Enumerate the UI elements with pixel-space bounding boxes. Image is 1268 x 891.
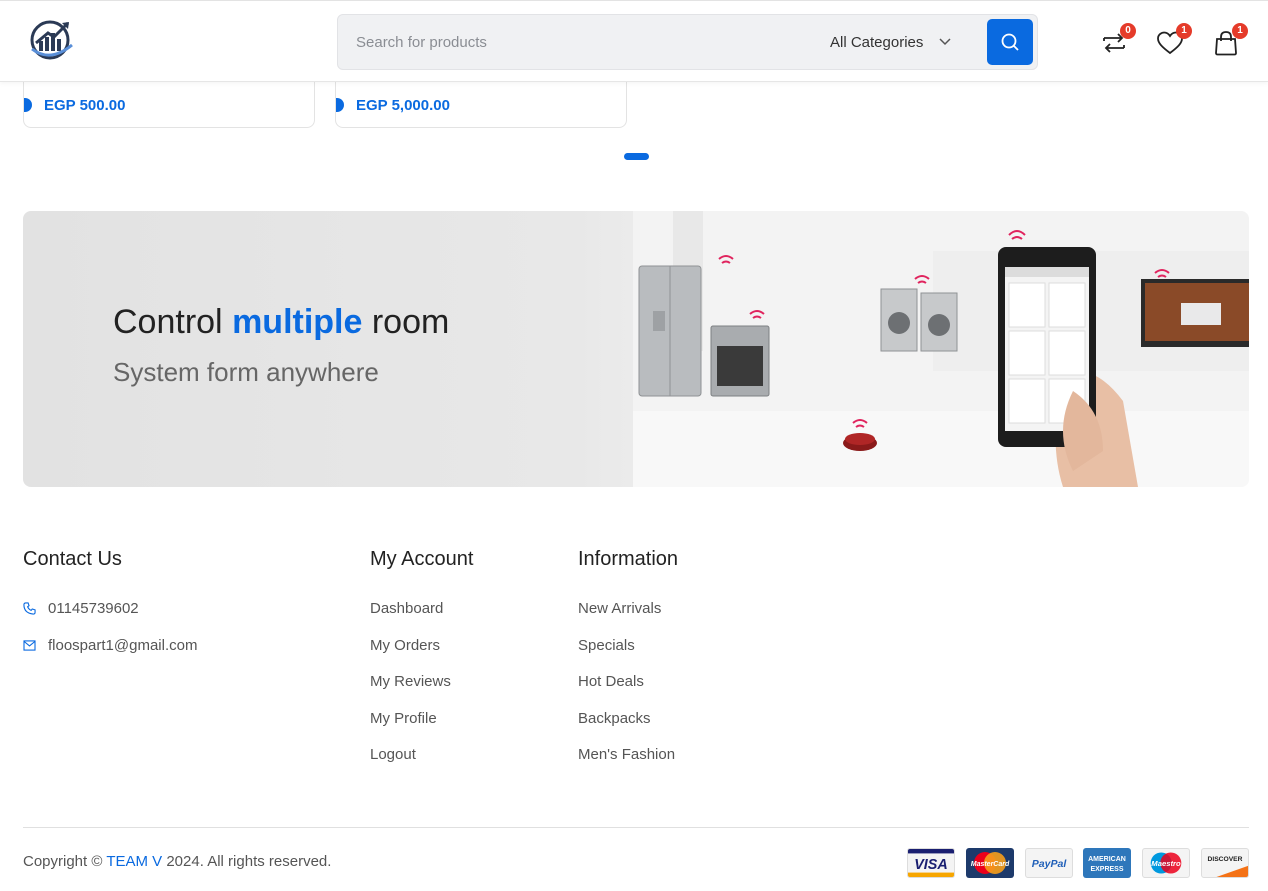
banner-title-highlight: multiple: [232, 303, 363, 341]
mastercard-logo: MasterCard: [966, 848, 1014, 878]
svg-text:DISCOVER: DISCOVER: [1208, 856, 1243, 863]
american-express-logo: AMERICAN EXPRESS: [1083, 848, 1131, 878]
banner-title-start: Control: [113, 303, 233, 341]
contact-phone[interactable]: 01145739602: [23, 600, 139, 617]
footer-divider: [23, 827, 1249, 828]
compare-count-badge: 0: [1120, 23, 1136, 39]
wishlist-button[interactable]: 1: [1156, 23, 1192, 57]
site-header: All Categories 0 1 1: [0, 0, 1268, 82]
compare-button[interactable]: 0: [1100, 23, 1136, 57]
svg-text:Maestro: Maestro: [1151, 859, 1181, 868]
search-icon: [1001, 33, 1019, 51]
footer-link-specials[interactable]: Specials: [578, 637, 635, 654]
footer-link-my-reviews[interactable]: My Reviews: [370, 673, 451, 690]
product-price: EGP 5,000.00: [356, 97, 450, 114]
search-input[interactable]: [356, 15, 796, 69]
discover-logo: DISCOVER: [1201, 848, 1249, 878]
svg-text:VISA: VISA: [914, 857, 948, 873]
search-button[interactable]: [987, 19, 1033, 65]
carousel-pagination-dot[interactable]: [624, 153, 649, 160]
product-price: EGP 500.00: [44, 97, 126, 114]
svg-text:EXPRESS: EXPRESS: [1090, 866, 1123, 873]
footer-link-backpacks[interactable]: Backpacks: [578, 710, 651, 727]
footer-contact-title: Contact Us: [23, 548, 122, 570]
footer-link-hot-deals[interactable]: Hot Deals: [578, 673, 644, 690]
logo-icon: [30, 20, 73, 60]
phone-icon: [23, 602, 36, 615]
category-select[interactable]: All Categories: [830, 15, 970, 69]
cart-count-badge: 1: [1232, 23, 1248, 39]
footer-link-my-orders[interactable]: My Orders: [370, 637, 440, 654]
banner-title: Control multiple room: [113, 303, 449, 342]
contact-email-text: floospart1@gmail.com: [48, 637, 198, 654]
card-indicator: [336, 98, 344, 112]
footer-link-logout[interactable]: Logout: [370, 746, 416, 763]
footer-information-title: Information: [578, 548, 679, 570]
banner-subtitle: System form anywhere: [113, 357, 379, 387]
chevron-down-icon: [939, 38, 951, 46]
footer-link-new-arrivals[interactable]: New Arrivals: [578, 600, 661, 617]
category-select-label: All Categories: [830, 33, 924, 51]
mail-icon: [23, 640, 36, 651]
cart-button[interactable]: 1: [1212, 23, 1248, 57]
banner-title-end: room: [362, 303, 450, 341]
maestro-logo: Maestro: [1142, 848, 1190, 878]
copyright-suffix: 2024. All rights reserved.: [162, 853, 332, 870]
copyright-team-link[interactable]: TEAM V: [106, 853, 162, 870]
footer-link-dashboard[interactable]: Dashboard: [370, 600, 443, 617]
footer-link-my-profile[interactable]: My Profile: [370, 710, 437, 727]
footer-account-title: My Account: [370, 548, 474, 570]
svg-text:PayPal: PayPal: [1032, 858, 1068, 870]
search-bar: All Categories: [337, 14, 1038, 70]
site-logo[interactable]: [26, 15, 76, 65]
copyright-text: Copyright © TEAM V 2024. All rights rese…: [23, 853, 331, 870]
svg-text:MasterCard: MasterCard: [971, 861, 1010, 868]
promo-banner[interactable]: Control multiple room System form anywhe…: [23, 211, 1249, 487]
smart-home-illustration: [633, 211, 1249, 487]
card-indicator: [24, 98, 32, 112]
visa-logo: VISA: [907, 848, 955, 878]
svg-text:AMERICAN: AMERICAN: [1088, 856, 1126, 863]
paypal-logo: PayPal: [1025, 848, 1073, 878]
copyright-prefix: Copyright ©: [23, 853, 107, 870]
contact-email[interactable]: floospart1@gmail.com: [23, 637, 197, 654]
footer-link-mens-fashion[interactable]: Men's Fashion: [578, 746, 675, 763]
wishlist-count-badge: 1: [1176, 23, 1192, 39]
contact-phone-text: 01145739602: [48, 600, 139, 617]
